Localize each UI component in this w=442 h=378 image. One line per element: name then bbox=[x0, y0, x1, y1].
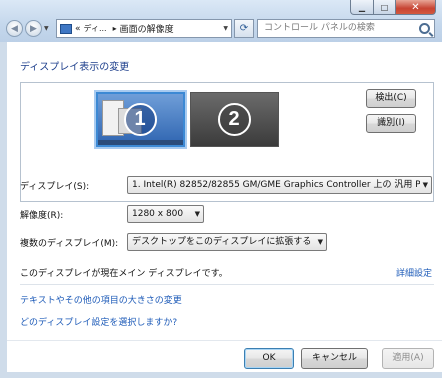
caption-buttons: ▁ □ ✕ bbox=[350, 0, 436, 16]
monitor-2[interactable]: 2 bbox=[190, 92, 279, 147]
breadcrumb-separator-icon[interactable]: ▸ bbox=[113, 24, 117, 33]
minimize-icon: ▁ bbox=[358, 2, 366, 12]
minimize-button[interactable]: ▁ bbox=[350, 0, 374, 15]
chevron-down-icon: ▼ bbox=[422, 181, 428, 189]
breadcrumb-current[interactable]: 画面の解像度 bbox=[120, 22, 174, 35]
breadcrumb-crumb[interactable]: ディ... bbox=[84, 23, 107, 34]
back-arrow-icon: ◀ bbox=[11, 23, 18, 34]
resolution-select[interactable]: 1280 x 800 ▼ bbox=[127, 205, 204, 223]
detect-button[interactable]: 検出(C) bbox=[366, 89, 416, 108]
close-button[interactable]: ✕ bbox=[396, 0, 436, 15]
display-select-value: 1. Intel(R) 82852/82855 GM/GME Graphics … bbox=[132, 180, 420, 190]
divider bbox=[20, 284, 434, 285]
main-display-message: このディスプレイが現在メイン ディスプレイです。 bbox=[20, 269, 228, 279]
forward-button[interactable]: ▶ bbox=[25, 20, 42, 37]
multiple-displays-label: 複数のディスプレイ(M): bbox=[20, 239, 119, 249]
page-title: ディスプレイ表示の変更 bbox=[20, 62, 130, 73]
close-icon: ✕ bbox=[411, 1, 420, 13]
search-icon bbox=[419, 23, 430, 34]
resolution-select-value: 1280 x 800 bbox=[132, 209, 184, 219]
cancel-button[interactable]: キャンセル bbox=[301, 348, 368, 369]
multiple-displays-select-value: デスクトップをこのディスプレイに拡張する bbox=[132, 237, 312, 247]
identify-button[interactable]: 識別(I) bbox=[366, 114, 416, 133]
display-label: ディスプレイ(S): bbox=[20, 182, 90, 192]
chevron-down-icon: ▼ bbox=[317, 238, 323, 246]
multiple-displays-select[interactable]: デスクトップをこのディスプレイに拡張する ▼ bbox=[127, 233, 327, 251]
control-panel-icon bbox=[60, 23, 72, 34]
refresh-button[interactable]: ⟳ bbox=[234, 19, 254, 38]
ok-button[interactable]: OK bbox=[244, 348, 294, 369]
taskbar-thumbnail bbox=[98, 140, 183, 145]
maximize-icon: □ bbox=[380, 2, 389, 12]
resolution-label: 解像度(R): bbox=[20, 211, 64, 221]
search-input[interactable]: コントロール パネルの検索 bbox=[257, 19, 435, 38]
title-bar: ▁ □ ✕ ◀ ▶ ▼ « ディ... ▸ 画面の解像度 ▼ ⟳ コントロール … bbox=[0, 0, 442, 42]
refresh-icon: ⟳ bbox=[239, 23, 249, 34]
monitor-1[interactable]: 1 bbox=[96, 92, 185, 147]
address-bar[interactable]: « ディ... ▸ 画面の解像度 ▼ bbox=[56, 19, 232, 38]
text-size-link[interactable]: テキストやその他の項目の大きさの変更 bbox=[20, 293, 182, 306]
content-pane: ディスプレイ表示の変更 1 2 検出(C) 識別(I) ディスプレイ(S): 1… bbox=[7, 42, 442, 372]
footer-divider bbox=[7, 340, 442, 341]
address-dropdown-icon[interactable]: ▼ bbox=[223, 25, 228, 32]
advanced-settings-link[interactable]: 詳細設定 bbox=[396, 266, 432, 279]
chevron-down-icon: ▼ bbox=[194, 210, 200, 218]
breadcrumb-overflow[interactable]: « bbox=[75, 24, 81, 34]
display-select[interactable]: 1. Intel(R) 82852/82855 GM/GME Graphics … bbox=[127, 176, 432, 194]
maximize-button[interactable]: □ bbox=[374, 0, 396, 15]
monitor-number: 1 bbox=[123, 102, 157, 136]
recent-pages-dropdown[interactable]: ▼ bbox=[44, 25, 49, 32]
which-settings-link[interactable]: どのディスプレイ設定を選択しますか? bbox=[20, 315, 177, 328]
search-placeholder: コントロール パネルの検索 bbox=[264, 23, 375, 33]
back-button[interactable]: ◀ bbox=[6, 20, 23, 37]
forward-arrow-icon: ▶ bbox=[30, 23, 37, 34]
apply-button[interactable]: 適用(A) bbox=[382, 348, 434, 369]
monitor-number: 2 bbox=[217, 102, 251, 136]
